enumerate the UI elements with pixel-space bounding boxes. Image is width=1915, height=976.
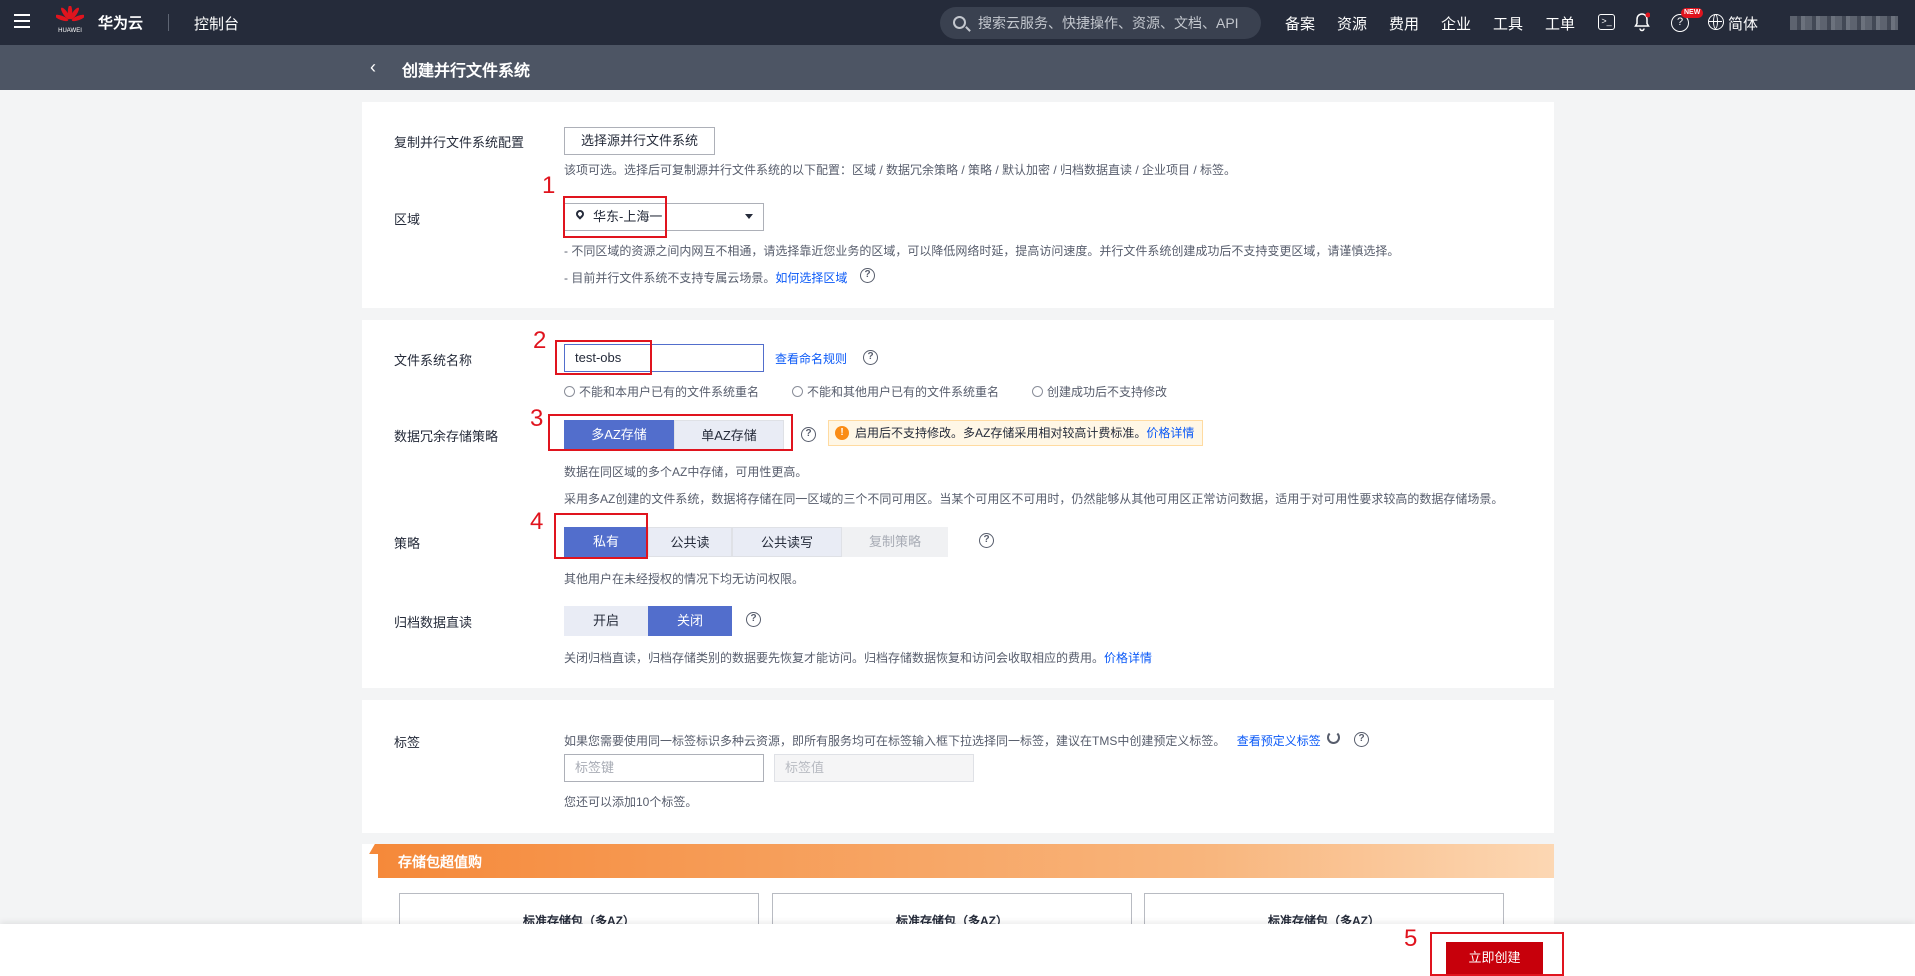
package-card-1-title: 标准存储包（多AZ） xyxy=(523,914,635,924)
nav-item-enterprise[interactable]: 企业 xyxy=(1441,13,1471,34)
fs-name-rule-2: 不能和其他用户已有的文件系统重名 xyxy=(792,383,999,400)
search-placeholder: 搜索云服务、快捷操作、资源、文档、API xyxy=(978,15,1239,31)
package-banner-accent xyxy=(369,844,385,854)
nav-divider xyxy=(168,14,169,31)
redundancy-warning-text: 启用后不支持修改。多AZ存储采用相对较高计费标准。 xyxy=(855,426,1147,440)
annotation-number-3: 3 xyxy=(530,405,544,432)
archive-off-option[interactable]: 关闭 xyxy=(648,606,732,636)
terminal-icon[interactable]: >_ xyxy=(1598,14,1615,30)
nav-item-tickets[interactable]: 工单 xyxy=(1545,13,1575,34)
fs-name-label: 文件系统名称 xyxy=(394,353,473,368)
tags-help-icon[interactable]: ? xyxy=(1354,732,1369,747)
package-card-1[interactable]: 标准存储包（多AZ） xyxy=(399,893,759,924)
predefined-tags-link[interactable]: 查看预定义标签 xyxy=(1237,734,1321,748)
region-hint-2-text: - 目前并行文件系统不支持专属云场景。 xyxy=(564,271,776,285)
package-card-2-title: 标准存储包（多AZ） xyxy=(896,914,1008,924)
refresh-icon[interactable] xyxy=(1327,731,1340,744)
annotation-box-3 xyxy=(548,414,793,451)
policy-copy-option: 复制策略 xyxy=(842,527,948,557)
fs-name-rule-1: 不能和本用户已有的文件系统重名 xyxy=(564,383,759,400)
archive-on-option[interactable]: 开启 xyxy=(564,606,648,636)
search-icon xyxy=(953,16,966,29)
nav-item-billing[interactable]: 费用 xyxy=(1389,13,1419,34)
fs-settings-card: 文件系统名称 test-obs 查看命名规则 ? 不能和本用户已有的文件系统重名… xyxy=(362,320,1554,688)
region-label: 区域 xyxy=(394,212,421,227)
annotation-number-2: 2 xyxy=(533,327,547,354)
annotation-box-4 xyxy=(554,513,648,559)
tags-remaining-hint: 您还可以添加10个标签。 xyxy=(564,795,698,809)
select-source-fs-button[interactable]: 选择源并行文件系统 xyxy=(564,127,715,155)
archive-help-icon[interactable]: ? xyxy=(746,612,761,627)
annotation-number-1: 1 xyxy=(542,172,556,199)
logo-text: HUAWEI xyxy=(58,28,82,34)
console-link[interactable]: 控制台 xyxy=(194,13,239,34)
policy-hint: 其他用户在未经授权的情况下均无访问权限。 xyxy=(564,572,805,586)
region-help-icon[interactable]: ? xyxy=(860,268,875,283)
how-to-select-region-link[interactable]: 如何选择区域 xyxy=(775,271,847,285)
policy-help-icon[interactable]: ? xyxy=(979,533,994,548)
nav-item-resources[interactable]: 资源 xyxy=(1337,13,1367,34)
basic-config-card: 复制并行文件系统配置 选择源并行文件系统 该项可选。选择后可复制源并行文件系统的… xyxy=(362,102,1554,308)
redundancy-hint-2: 采用多AZ创建的文件系统，数据将存储在同一区域的三个不同可用区。当某个可用区不可… xyxy=(564,492,1504,506)
footer-bar: 立即创建 xyxy=(0,924,1915,976)
tags-card: 标签 如果您需要使用同一标签标识多种云资源，即所有服务均可在标签输入框下拉选择同… xyxy=(362,700,1554,833)
pricing-details-link[interactable]: 价格详情 xyxy=(1146,426,1194,440)
package-banner: 存储包超值购 xyxy=(369,844,1554,878)
info-circle-icon xyxy=(792,386,803,397)
info-circle-icon xyxy=(564,386,575,397)
policy-public-read-write-option[interactable]: 公共读写 xyxy=(732,527,842,557)
tag-value-input: 标签值 xyxy=(774,754,974,782)
nav-item-tools[interactable]: 工具 xyxy=(1493,13,1523,34)
annotation-number-5: 5 xyxy=(1404,925,1418,952)
search-input[interactable]: 搜索云服务、快捷操作、资源、文档、API xyxy=(940,7,1261,39)
tags-label: 标签 xyxy=(394,735,421,750)
chevron-down-icon xyxy=(745,214,753,219)
menu-icon[interactable] xyxy=(14,14,30,28)
globe-icon[interactable] xyxy=(1708,14,1724,30)
new-badge: NEW xyxy=(1681,8,1704,18)
bell-icon[interactable] xyxy=(1634,12,1651,32)
fs-name-rule-3: 创建成功后不支持修改 xyxy=(1032,383,1167,400)
redundancy-warning: ! 启用后不支持修改。多AZ存储采用相对较高计费标准。价格详情 xyxy=(828,420,1204,446)
nav-item-filing[interactable]: 备案 xyxy=(1285,13,1315,34)
policy-public-read-option[interactable]: 公共读 xyxy=(648,527,732,557)
top-navbar: HUAWEI 华为云 控制台 搜索云服务、快捷操作、资源、文档、API 备案 资… xyxy=(0,0,1915,45)
copy-config-label: 复制并行文件系统配置 xyxy=(394,135,525,150)
package-banner-title: 存储包超值购 xyxy=(398,854,482,870)
annotation-box-5 xyxy=(1430,932,1564,976)
package-card-3[interactable]: 标准存储包（多AZ） xyxy=(1144,893,1504,924)
page-header: ‹ 创建并行文件系统 xyxy=(0,45,1915,90)
page-title: 创建并行文件系统 xyxy=(402,63,531,80)
language-switch[interactable]: 简体 xyxy=(1728,13,1758,34)
annotation-number-4: 4 xyxy=(530,508,544,535)
info-circle-icon xyxy=(1032,386,1043,397)
user-account-blurred[interactable] xyxy=(1790,16,1898,30)
policy-label: 策略 xyxy=(394,536,421,551)
storage-package-card: 存储包超值购 标准存储包（多AZ） 标准存储包（多AZ） 标准存储包（多AZ） xyxy=(362,844,1554,924)
package-card-3-title: 标准存储包（多AZ） xyxy=(1268,914,1380,924)
tags-hint-text: 如果您需要使用同一标签标识多种云资源，即所有服务均可在标签输入框下拉选择同一标签… xyxy=(564,734,1226,748)
redundancy-hint-1: 数据在同区域的多个AZ中存储，可用性更高。 xyxy=(564,465,808,479)
archive-label: 归档数据直读 xyxy=(394,615,473,630)
region-hint-2: - 目前并行文件系统不支持专属云场景。如何选择区域 xyxy=(564,269,847,286)
archive-pricing-link[interactable]: 价格详情 xyxy=(1104,651,1152,665)
archive-hint: 关闭归档直读，归档存储类别的数据要先恢复才能访问。归档存储数据恢复和访问会收取相… xyxy=(564,649,1152,666)
annotation-box-2 xyxy=(555,340,652,375)
fs-name-help-icon[interactable]: ? xyxy=(863,350,878,365)
package-card-2[interactable]: 标准存储包（多AZ） xyxy=(772,893,1132,924)
copy-config-hint: 该项可选。选择后可复制源并行文件系统的以下配置：区域 / 数据冗余策略 / 策略… xyxy=(564,163,1237,177)
annotation-box-1 xyxy=(563,196,667,238)
tags-hint: 如果您需要使用同一标签标识多种云资源，即所有服务均可在标签输入框下拉选择同一标签… xyxy=(564,732,1321,749)
huawei-logo[interactable]: HUAWEI xyxy=(54,5,86,36)
redundancy-label: 数据冗余存储策略 xyxy=(394,429,499,444)
redundancy-help-icon[interactable]: ? xyxy=(801,427,816,442)
back-arrow-icon[interactable]: ‹ xyxy=(370,58,384,76)
brand-name[interactable]: 华为云 xyxy=(98,12,143,33)
warning-icon: ! xyxy=(835,426,849,440)
archive-hint-text: 关闭归档直读，归档存储类别的数据要先恢复才能访问。归档存储数据恢复和访问会收取相… xyxy=(564,651,1105,665)
naming-rules-link[interactable]: 查看命名规则 xyxy=(775,350,847,367)
tag-key-input[interactable]: 标签键 xyxy=(564,754,764,782)
region-hint-1: - 不同区域的资源之间内网互不相通，请选择靠近您业务的区域，可以降低网络时延，提… xyxy=(564,244,1400,258)
